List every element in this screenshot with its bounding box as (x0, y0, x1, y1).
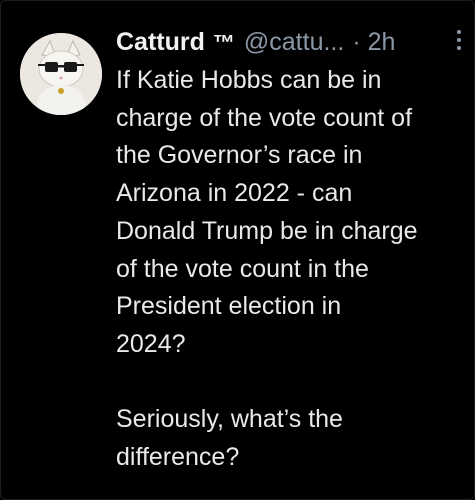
separator-dot: · (352, 28, 361, 56)
tweet-text-line: Arizona in 2022 - can (116, 179, 353, 208)
tweet-text-line: the Governor’s race in (116, 141, 363, 170)
tweet-content: Catturd ™ @cattu... · 2h If Katie Hobbs … (116, 24, 464, 477)
author-avatar[interactable] (20, 33, 102, 115)
tweet-text-line: 2024? (116, 329, 186, 358)
more-vertical-icon[interactable] (452, 28, 466, 56)
author-name[interactable]: Catturd (116, 24, 205, 60)
tweet-text-line: of the vote count in the (116, 254, 369, 283)
timestamp[interactable]: 2h (368, 24, 396, 60)
author-handle[interactable]: @cattu... (244, 24, 344, 60)
trademark-badge: ™ (212, 30, 235, 55)
tweet-header: Catturd ™ @cattu... · 2h (116, 24, 464, 60)
tweet-text-line: If Katie Hobbs can be in (116, 66, 382, 94)
tweet-text-line: Seriously, what’s the (116, 405, 343, 434)
tweet-text: If Katie Hobbs can be in charge of the v… (116, 62, 464, 477)
tweet-card[interactable]: Catturd ™ @cattu... · 2h If Katie Hobbs … (0, 0, 475, 500)
tweet-text-line: Donald Trump be in charge (116, 216, 418, 245)
cat-avatar-icon (20, 33, 102, 115)
tweet-text-line: charge of the vote count of (116, 103, 413, 132)
tweet-text-line: difference? (116, 443, 240, 472)
tweet-text-line: President election in (116, 292, 342, 321)
